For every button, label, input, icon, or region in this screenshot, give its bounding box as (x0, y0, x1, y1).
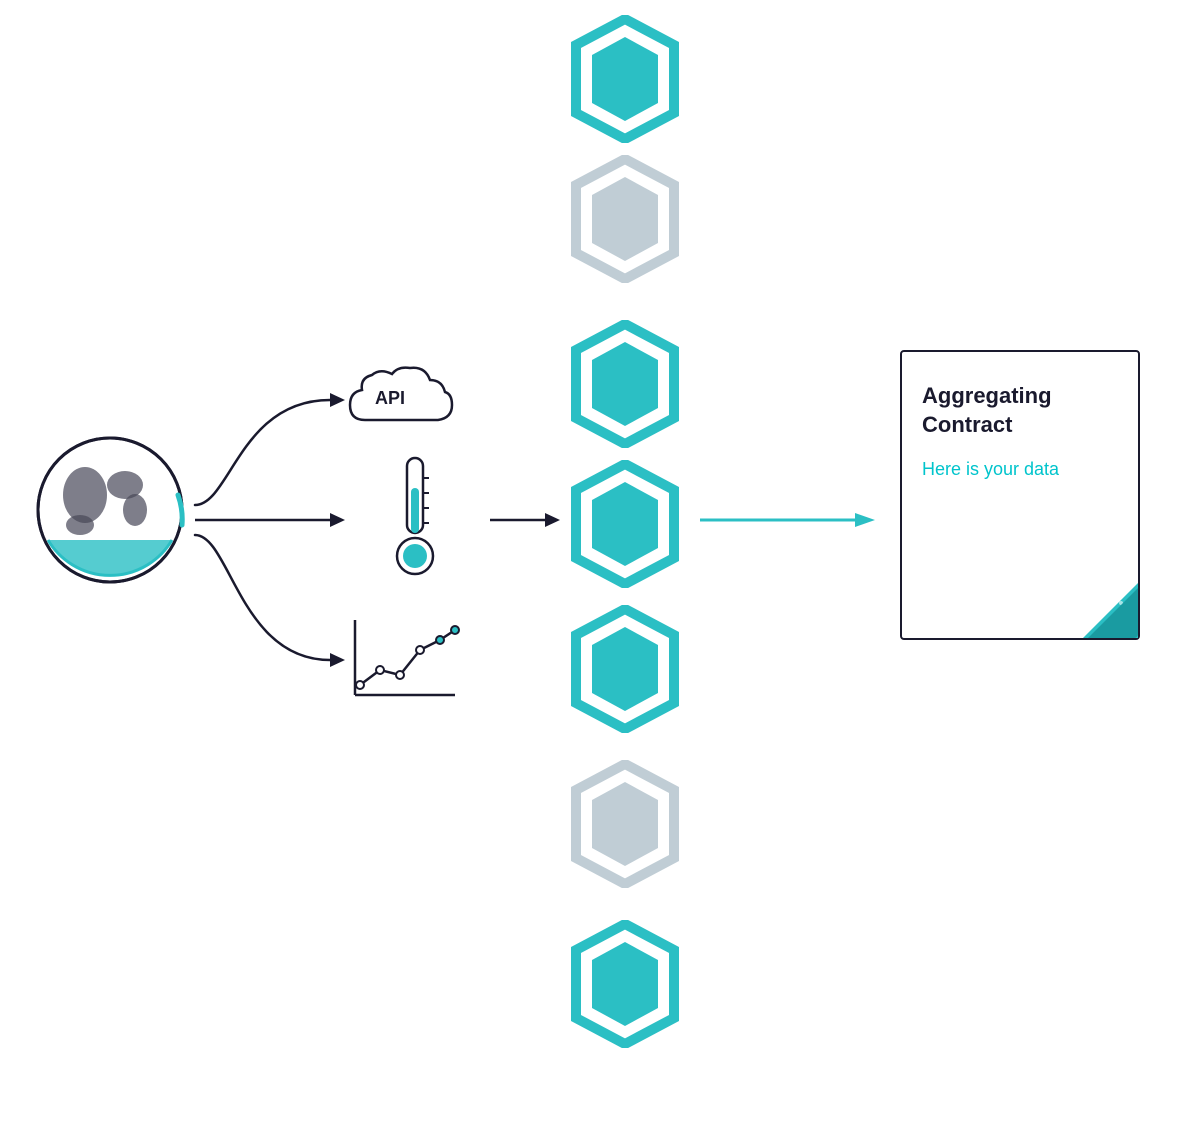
hex-4-center (570, 460, 680, 593)
hex-3 (570, 320, 680, 453)
hex-2 (570, 155, 680, 288)
hex-7 (570, 920, 680, 1053)
hex-1 (570, 15, 680, 148)
svg-text:API: API (375, 388, 405, 408)
contract-title: Aggregating Contract (902, 352, 1138, 449)
hex-5 (570, 605, 680, 738)
chart-source (340, 610, 470, 715)
contract-data-text: Here is your data (902, 449, 1138, 490)
api-source: API (340, 360, 470, 445)
globe-icon (30, 430, 190, 590)
thermometer-source (385, 448, 445, 583)
diagram-container: API (0, 0, 1200, 1128)
hex-6 (570, 760, 680, 893)
contract-box: Aggregating Contract Here is your data (900, 350, 1140, 640)
